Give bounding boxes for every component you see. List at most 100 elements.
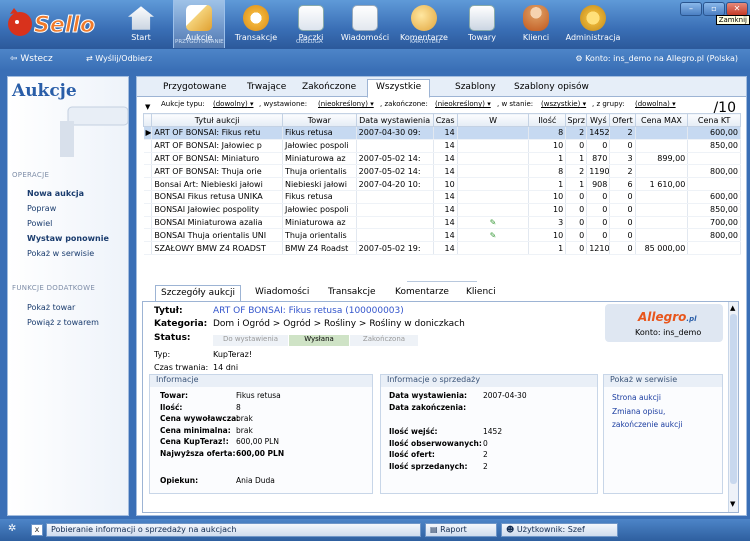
scroll-up-icon[interactable]: ▲ — [730, 304, 735, 312]
tab-transactions[interactable]: Transakcje — [323, 285, 381, 301]
tab-active[interactable]: Trwające — [239, 80, 294, 97]
tab-all[interactable]: Wszystkie — [367, 79, 431, 98]
filter-listed-dropdown[interactable]: (nieokreślony) ▾ — [318, 100, 374, 108]
sync-icon: ⇄ — [86, 54, 96, 63]
filter-ended-dropdown[interactable]: (nieokreślony) ▾ — [435, 100, 491, 108]
sidebar-item-new-auction[interactable]: Nowa aukcja — [27, 189, 84, 198]
scroll-thumb[interactable] — [730, 314, 737, 484]
column-header[interactable]: Wyś — [586, 113, 611, 127]
send-receive-button[interactable]: ⇄ Wyślij/Odbierz — [86, 54, 152, 63]
minimize-button[interactable]: – — [680, 2, 702, 16]
filter-state-dropdown[interactable]: (wszystkie) ▾ — [541, 100, 586, 108]
auction-tabs: Przygotowane Trwające Zakończone Wszystk… — [137, 77, 746, 98]
column-header[interactable]: Cena KT — [687, 113, 741, 127]
sale-box-header: Informacje o sprzedaży — [381, 375, 597, 387]
link-change-description[interactable]: Zmiana opisu, — [612, 407, 665, 416]
column-header[interactable]: Data wystawienia — [355, 113, 434, 127]
row-indicator — [143, 190, 153, 204]
status-to-list: Do wystawienia — [213, 335, 288, 346]
column-header[interactable]: Ilość — [528, 113, 567, 127]
table-cell: 908 — [586, 177, 611, 191]
report-button[interactable]: ▤ Raport — [425, 523, 497, 537]
column-header[interactable]: Czas — [432, 113, 458, 127]
toolbar: PRZYGOTOWANIE OBSŁUGA KARTOTEKI ⇦ Wstecz… — [0, 39, 750, 70]
back-label: Wstecz — [20, 54, 53, 64]
column-header[interactable]: W — [456, 113, 530, 127]
table-cell — [635, 203, 689, 217]
table-row[interactable]: BONSAI Fikus retusa UNIKA Fikus retusa 14 1… — [143, 190, 741, 204]
tab-details[interactable]: Szczegóły aukcji — [155, 285, 241, 302]
account-info[interactable]: ⚙ Konto: ins_demo na Allegro.pl (Polska) — [575, 54, 738, 63]
table-cell: 0 — [586, 203, 611, 217]
link-end-auction[interactable]: zakończenie aukcji — [612, 420, 682, 429]
details-scrollbar[interactable]: ▲ ▼ — [728, 302, 738, 512]
table-row[interactable]: ART OF BONSAI: Jałowiec p Jałowiec pospol… — [143, 139, 741, 153]
allegro-account-box: Allegro.pl Konto: ins_demo — [605, 304, 723, 342]
table-cell: 1 — [565, 177, 588, 191]
cancel-icon[interactable]: x — [31, 524, 43, 536]
link-auction-page[interactable]: Strona aukcji — [612, 393, 661, 402]
details-panel: Tytuł: ART OF BONSAI: Fikus retusa (1000… — [142, 301, 739, 513]
tab-ended[interactable]: Zakończone — [294, 80, 364, 97]
table-row[interactable]: BONSAI Thuja orientalis UNI Thuja orienta… — [143, 228, 741, 243]
table-cell: 870 — [586, 152, 611, 166]
back-arrow-icon: ⇦ — [10, 54, 21, 64]
table-cell — [635, 164, 689, 179]
filter-type-dropdown[interactable]: (dowolny) ▾ — [213, 100, 253, 108]
table-cell — [356, 139, 434, 153]
duration-label: Czas trwania: — [154, 363, 209, 372]
filter-group-dropdown[interactable]: (dowolna) ▾ — [635, 100, 676, 108]
back-button[interactable]: ⇦ Wstecz — [10, 54, 53, 64]
report-icon: ▤ — [430, 525, 441, 534]
table-cell: Fikus retusa — [282, 190, 357, 204]
close-button[interactable]: ✕ — [726, 2, 748, 16]
sidebar-item-relist[interactable]: Wystaw ponownie — [27, 234, 109, 243]
table-cell — [687, 177, 741, 191]
table-cell: 850,00 — [687, 203, 741, 217]
user-indicator: ☻ Użytkownik: Szef — [501, 523, 618, 537]
category-path: Dom i Ogród > Ogród > Rośliny > Rośliny … — [213, 319, 465, 329]
sidebar-item-show-in-service[interactable]: Pokaż w serwisie — [27, 249, 94, 258]
tab-messages[interactable]: Wiadomości — [250, 285, 314, 301]
sale-label: Ilość sprzedanych: — [389, 461, 468, 471]
table-row[interactable]: BONSAI Jałowiec pospolity Jałowiec pospol… — [143, 203, 741, 217]
table-row[interactable]: ART OF BONSAI: Miniaturo Miniaturowa az 20… — [143, 152, 741, 166]
sale-label: Ilość obserwowanych: — [389, 438, 482, 448]
table-row[interactable]: ▶ ART OF BONSAI: Fikus retu Fikus retusa 20… — [143, 126, 741, 140]
table-cell: 1 — [528, 152, 567, 166]
tab-comments[interactable]: Komentarze — [390, 285, 454, 301]
sidebar-item-duplicate[interactable]: Powiel — [27, 219, 52, 228]
sidebar-item-show-goods[interactable]: Pokaż towar — [27, 303, 75, 312]
nav-label: Towary — [468, 33, 496, 42]
table-row[interactable]: SZAŁOWY BMW Z4 ROADST BMW Z4 Roadst 2007-0… — [143, 241, 741, 255]
info-value: brak — [236, 414, 253, 423]
sort-arrow-icon[interactable]: ▼ — [145, 103, 150, 111]
tab-templates[interactable]: Szablony — [447, 80, 504, 97]
nav-group-label: OBSŁUGA — [296, 39, 323, 45]
filter-listed-label: , wystawione: — [259, 100, 308, 108]
sale-value: 2007-04-30 — [483, 391, 527, 400]
edited-icon: ✎ — [457, 216, 530, 230]
restore-button[interactable]: ▫ — [703, 2, 725, 16]
column-header[interactable]: Cena MAX — [634, 113, 689, 127]
column-header[interactable] — [142, 113, 153, 127]
tab-description-templates[interactable]: Szablony opisów — [506, 80, 597, 97]
sale-value: 2 — [483, 461, 488, 471]
scroll-down-icon[interactable]: ▼ — [730, 500, 735, 508]
column-header[interactable]: Sprz — [565, 113, 588, 127]
allegro-logo-suffix: .pl — [686, 315, 697, 323]
column-header[interactable]: Tytuł aukcji — [151, 113, 283, 127]
sidebar-item-edit[interactable]: Popraw — [27, 204, 56, 213]
tab-clients[interactable]: Klienci — [461, 285, 501, 301]
column-header[interactable]: Towar — [281, 113, 357, 127]
tab-prepared[interactable]: Przygotowane — [155, 80, 234, 97]
column-header[interactable]: Ofert — [609, 113, 636, 127]
sidebar-item-link-goods[interactable]: Powiąż z towarem — [27, 318, 99, 327]
dropdown-value: (nieokreślony) — [435, 100, 485, 108]
table-cell: 2 — [565, 126, 588, 140]
table-row[interactable]: Bonsai Art: Niebieski jałowi Niebieski ja… — [143, 177, 741, 191]
table-cell — [635, 190, 689, 204]
table-row[interactable]: ART OF BONSAI: Thuja orie Thuja orientali… — [143, 164, 741, 179]
table-row[interactable]: BONSAI Miniaturowa azalia Miniaturowa az 1… — [143, 216, 741, 230]
table-cell — [356, 203, 434, 217]
